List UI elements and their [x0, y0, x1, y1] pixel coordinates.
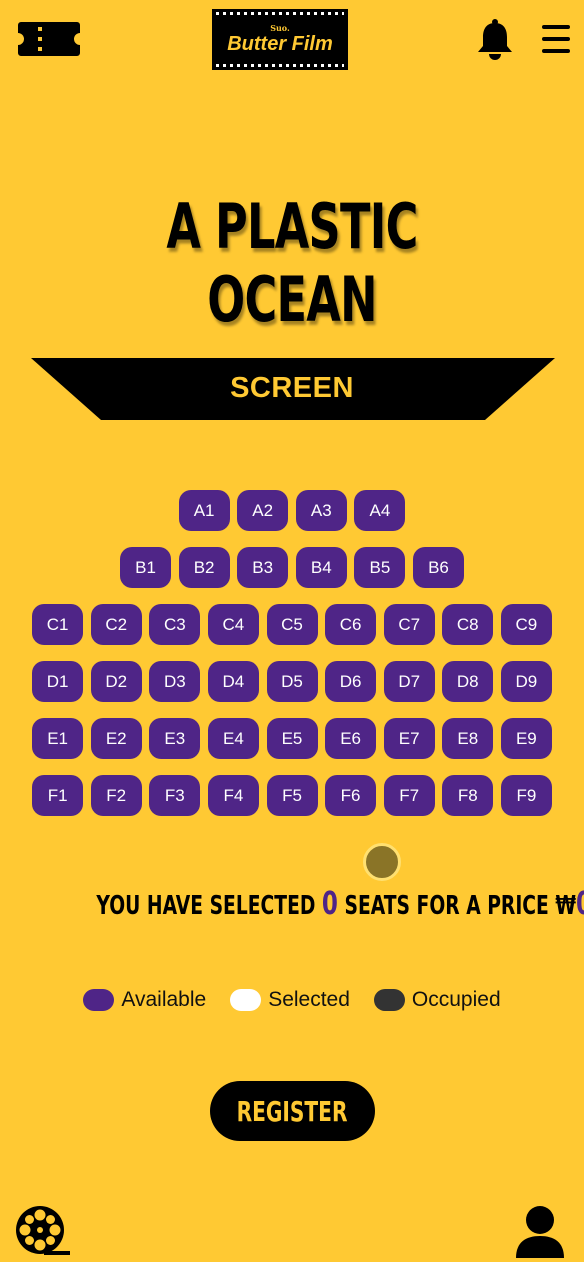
legend-selected: Selected: [230, 988, 350, 1012]
legend-available: Available: [83, 988, 206, 1012]
seat-button[interactable]: A2: [237, 490, 289, 531]
seat-button[interactable]: D8: [442, 661, 494, 702]
seat-button[interactable]: C8: [442, 604, 494, 645]
available-swatch: [83, 989, 115, 1011]
selected-swatch: [230, 989, 262, 1011]
seat-row: B1 B2 B3 B4 B5 B6: [0, 547, 584, 588]
summary-prefix: YOU HAVE SELECTED: [96, 891, 316, 921]
seat-button[interactable]: B3: [237, 547, 289, 588]
seat-button[interactable]: D3: [149, 661, 201, 702]
occupied-swatch: [373, 989, 405, 1011]
screen-label: SCREEN: [230, 372, 354, 404]
seat-row: A1 A2 A3 A4: [0, 490, 584, 531]
seat-button[interactable]: F9: [500, 775, 552, 816]
seat-button[interactable]: B1: [120, 547, 172, 588]
seat-button[interactable]: B4: [295, 547, 347, 588]
seat-button[interactable]: D1: [32, 661, 84, 702]
seat-button[interactable]: E3: [149, 718, 201, 759]
summary-middle: SEATS FOR A PRICE ₩: [344, 891, 576, 921]
seat-button[interactable]: A1: [178, 490, 230, 531]
seat-button[interactable]: C3: [149, 604, 201, 645]
seat-button[interactable]: E2: [90, 718, 142, 759]
seat-button[interactable]: E9: [500, 718, 552, 759]
film-sprockets: [216, 64, 344, 67]
seat-button[interactable]: E4: [207, 718, 259, 759]
seat-button[interactable]: F7: [383, 775, 435, 816]
seat-button[interactable]: D6: [325, 661, 377, 702]
seat-legend: Available Selected Occupied: [0, 988, 584, 1012]
seat-button[interactable]: B5: [354, 547, 406, 588]
ticket-icon[interactable]: [18, 22, 80, 56]
seat-row: F1 F2 F3 F4 F5 F6 F7 F8 F9: [0, 775, 584, 816]
app-logo[interactable]: Suo. Butter Film: [212, 9, 348, 70]
seat-button[interactable]: D5: [266, 661, 318, 702]
logo-small-text: Suo.: [270, 23, 290, 33]
legend-occupied-label: Occupied: [411, 988, 501, 1011]
menu-icon[interactable]: [542, 24, 570, 54]
legend-selected-label: Selected: [268, 988, 350, 1011]
selected-seat-count: 0: [321, 884, 338, 922]
seat-button[interactable]: C1: [32, 604, 84, 645]
seat-button[interactable]: E1: [32, 718, 84, 759]
total-price: 0: [576, 884, 584, 922]
selection-summary: YOU HAVE SELECTED 0 SEATS FOR A PRICE ₩0: [0, 884, 584, 922]
seat-button[interactable]: E7: [383, 718, 435, 759]
register-button[interactable]: REGISTER: [210, 1081, 375, 1141]
logo-text: Butter Film: [227, 33, 333, 55]
movie-title: A PLASTIC OCEAN: [166, 190, 418, 336]
seat-button[interactable]: D4: [207, 661, 259, 702]
seat-button[interactable]: E6: [325, 718, 377, 759]
seat-button[interactable]: D2: [90, 661, 142, 702]
seat-row: C1 C2 C3 C4 C5 C6 C7 C8 C9: [0, 604, 584, 645]
seat-button[interactable]: F8: [442, 775, 494, 816]
seat-button[interactable]: E8: [442, 718, 494, 759]
legend-available-label: Available: [121, 988, 207, 1011]
seat-button[interactable]: F5: [266, 775, 318, 816]
seat-row: D1 D2 D3 D4 D5 D6 D7 D8 D9: [0, 661, 584, 702]
seat-button[interactable]: C7: [383, 604, 435, 645]
seat-button[interactable]: D7: [383, 661, 435, 702]
bell-icon[interactable]: [476, 18, 514, 60]
seat-button[interactable]: B2: [178, 547, 230, 588]
register-label: REGISTER: [237, 1094, 348, 1128]
seat-button[interactable]: D9: [500, 661, 552, 702]
seat-button[interactable]: F1: [32, 775, 84, 816]
seat-button[interactable]: B6: [412, 547, 464, 588]
top-bar: Suo. Butter Film: [0, 0, 584, 80]
seat-button[interactable]: C9: [500, 604, 552, 645]
legend-occupied: Occupied: [373, 988, 501, 1012]
seat-button[interactable]: A3: [295, 490, 347, 531]
film-sprockets: [216, 12, 344, 15]
seat-button[interactable]: F2: [90, 775, 142, 816]
seat-button[interactable]: A4: [354, 490, 406, 531]
seat-button[interactable]: F4: [207, 775, 259, 816]
seat-button[interactable]: E5: [266, 718, 318, 759]
seat-button[interactable]: C4: [207, 604, 259, 645]
seat-button[interactable]: C5: [266, 604, 318, 645]
seat-button[interactable]: F3: [149, 775, 201, 816]
touch-cursor-indicator: [363, 843, 401, 881]
film-reel-icon[interactable]: [14, 1204, 70, 1258]
seat-row: E1 E2 E3 E4 E5 E6 E7 E8 E9: [0, 718, 584, 759]
seat-button[interactable]: C2: [90, 604, 142, 645]
seat-button[interactable]: C6: [325, 604, 377, 645]
user-icon[interactable]: [514, 1204, 566, 1258]
seat-button[interactable]: F6: [325, 775, 377, 816]
